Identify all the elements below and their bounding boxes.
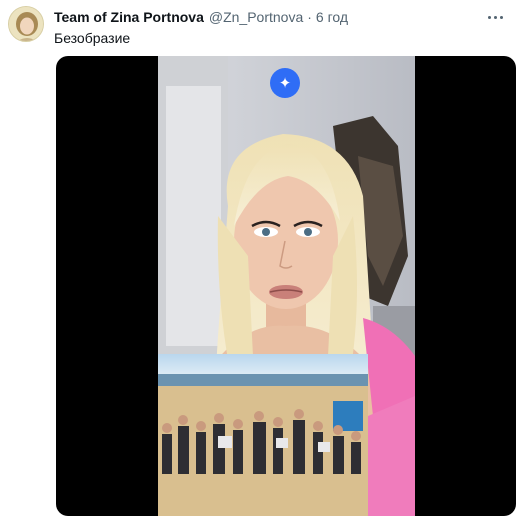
post-time[interactable]: 6 год [316,8,348,26]
sparkle-icon[interactable]: ✦ [270,68,300,98]
tweet-text: Безобразие [54,30,131,46]
author-avatar[interactable] [8,6,44,42]
tweet-media-video[interactable]: ✦ [56,56,516,516]
header-separator: · [307,9,312,25]
author-handle[interactable]: @Zn_Portnova [209,8,303,26]
tweet-header: Team of Zina Portnova @Zn_Portnova · 6 г… [54,8,348,26]
video-still-image [158,56,415,516]
avatar-portrait-icon [9,7,43,41]
more-options-icon[interactable] [484,10,506,24]
author-name[interactable]: Team of Zina Portnova [54,8,204,26]
video-frame [158,56,415,516]
tweet-card[interactable]: Team of Zina Portnova @Zn_Portnova · 6 г… [0,0,520,519]
